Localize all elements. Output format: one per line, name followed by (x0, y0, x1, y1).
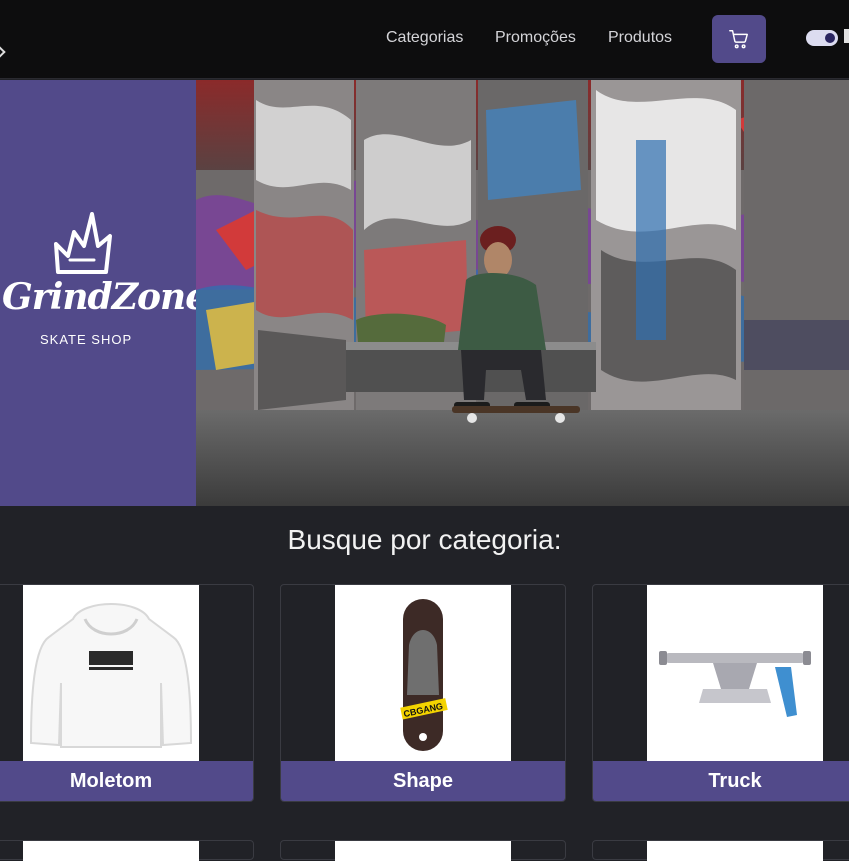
brand-name: GrindZone (2, 276, 208, 318)
cart-button[interactable] (712, 15, 766, 63)
navbar: Categorias Promoções Produtos (0, 0, 849, 79)
section-title: Busque por categoria: (287, 524, 562, 555)
theme-toggle-switch[interactable] (806, 30, 838, 46)
category-card-truck[interactable]: Truck (592, 584, 849, 802)
category-label: Moletom (0, 761, 253, 801)
brand-subtitle: SKATE SHOP (40, 332, 133, 347)
nav-link-categorias[interactable]: Categorias (386, 29, 463, 47)
toggle-label-fragment (844, 29, 849, 43)
category-label: Truck (593, 761, 849, 801)
category-card-next-3[interactable] (592, 840, 849, 861)
toggle-knob (825, 33, 835, 43)
hoodie-image (23, 585, 199, 761)
category-card-next-1[interactable] (0, 840, 254, 861)
skateboard-deck-image: CBGANG (335, 585, 511, 761)
category-card-next-2[interactable] (280, 840, 566, 861)
crown-icon (54, 212, 112, 274)
category-label: Shape (281, 761, 565, 801)
card-image-partial (335, 841, 511, 861)
card-image-partial (647, 841, 823, 861)
nav-link-produtos[interactable]: Produtos (608, 29, 672, 47)
category-card-shape[interactable]: CBGANG Shape (280, 584, 566, 802)
category-card-moletom[interactable]: Moletom (0, 584, 254, 802)
cart-icon (729, 30, 748, 49)
card-image-partial (23, 841, 199, 861)
brand-panel: GrindZone SKATE SHOP (0, 80, 208, 506)
nav-link-promocoes[interactable]: Promoções (495, 29, 576, 47)
chevron-icon[interactable] (0, 46, 6, 58)
hero-photo (196, 80, 849, 506)
skate-truck-image (647, 585, 823, 761)
graffiti-skatepark-image (196, 80, 849, 506)
hero-banner: GrindZone SKATE SHOP (0, 80, 849, 506)
